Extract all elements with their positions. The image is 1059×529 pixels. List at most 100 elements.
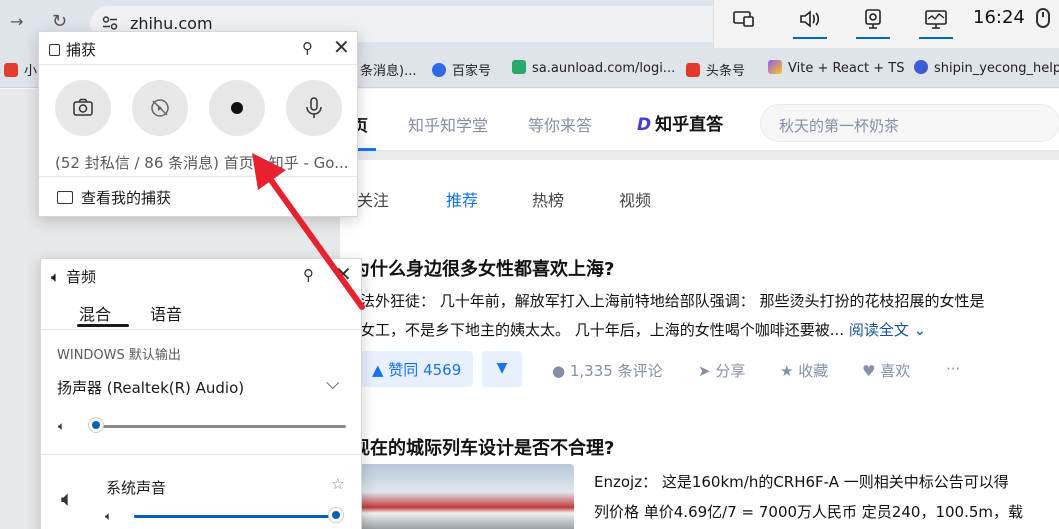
bookmark-label: sa.aunload.com/logi... — [532, 61, 676, 76]
bookmark-label: shipin_yecong_help... — [934, 61, 1059, 76]
taskbar-clock[interactable]: 16:24 — [973, 7, 1025, 28]
post-excerpt-line[interactable]: 列价格 单价4.69亿/7 = 7000万人民币 定员240，100.5m，载 — [594, 498, 1023, 527]
tab-video[interactable]: 视频 — [619, 187, 651, 211]
speaker-small-icon[interactable]: 🔈︎ — [105, 509, 112, 524]
downvote-button[interactable]: ▼ — [482, 351, 522, 387]
bookmark-3[interactable]: 百家号 — [432, 60, 491, 79]
record-last-disabled-icon — [151, 99, 169, 117]
share-button[interactable]: ➤ 分享 — [698, 360, 745, 381]
system-tray: 16:24 — [713, 0, 1059, 48]
divider — [41, 329, 361, 330]
like-label: 喜欢 — [880, 362, 911, 380]
baidu-paw-icon — [914, 60, 928, 74]
nav-waiting-answers[interactable]: 等你来答 — [528, 112, 592, 136]
post-title[interactable]: 为什么身边很多女性都喜欢上海? — [352, 255, 614, 281]
audio-title: 🔈︎ 音频 — [51, 266, 96, 287]
reload-icon[interactable]: ↻ — [52, 11, 67, 32]
more-options-icon[interactable]: ··· — [946, 360, 960, 378]
bookmark-7[interactable]: shipin_yecong_help... — [914, 60, 1059, 76]
system-volume-fill — [134, 515, 336, 518]
post-thumbnail[interactable] — [360, 464, 574, 529]
capture-icon[interactable] — [861, 8, 885, 30]
heart-icon: ♥ — [862, 362, 876, 380]
master-volume-track[interactable] — [96, 425, 346, 428]
bookmark-6[interactable]: Vite + React + TS — [768, 60, 904, 76]
search-input[interactable]: 秋天的第一杯奶茶 — [760, 104, 1059, 142]
aunload-icon — [512, 60, 526, 74]
capture-title: 捕获 — [49, 39, 96, 60]
star-icon[interactable]: ☆ — [331, 475, 344, 493]
audio-widget: 🔈︎ 音频 ⚲ ✕ 混合 语音 WINDOWS 默认输出 扬声器 (Realtek… — [40, 258, 362, 529]
tab-recommend[interactable]: 推荐 — [446, 187, 478, 211]
mic-button[interactable] — [286, 80, 342, 136]
record-button[interactable] — [209, 80, 265, 136]
bookmark-2[interactable]: 条消息)... — [360, 60, 416, 79]
vite-icon — [768, 60, 782, 74]
replay-button[interactable] — [132, 80, 188, 136]
system-sound-label: 系统声音 — [106, 479, 167, 497]
capture-title-icon — [49, 44, 60, 56]
close-icon[interactable]: ✕ — [335, 262, 352, 286]
tab-hot[interactable]: 热榜 — [532, 187, 564, 211]
output-device-select[interactable]: 扬声器 (Realtek(R) Audio) — [57, 377, 244, 398]
bookmark-label: 条消息)... — [360, 64, 417, 79]
toutiao-icon — [686, 63, 700, 77]
post-excerpt-line[interactable]: 女工，不是乡下地主的姨太太。 几十年后，上海的女性喝个咖啡还要被... 阅读全文… — [360, 316, 926, 345]
zhida-label: 知乎直答 — [655, 115, 724, 135]
site-settings-icon[interactable] — [102, 16, 118, 30]
bookmark-label: 小 — [24, 64, 38, 79]
system-sound-speaker-icon: 🔈︎ — [61, 487, 75, 512]
comments-label: 1,335 条评论 — [569, 362, 663, 380]
search-placeholder: 秋天的第一杯奶茶 — [779, 117, 900, 135]
master-volume-thumb[interactable] — [88, 417, 104, 433]
system-volume-thumb[interactable] — [328, 507, 344, 523]
bookmark-1[interactable]: 小 — [4, 60, 37, 79]
tab-mix[interactable]: 混合 — [79, 301, 111, 325]
capture-widget: 捕获 ⚲ ✕ (52 封私信 / 86 条消息) 首页 - 知乎 - Go...… — [38, 31, 358, 217]
volume-icon[interactable] — [798, 8, 822, 30]
capture-source-title: (52 封私信 / 86 条消息) 首页 - 知乎 - Go... — [55, 154, 349, 172]
record-icon — [231, 102, 243, 114]
capture-title-text: 捕获 — [66, 41, 97, 59]
like-button[interactable]: ♥ 喜欢 — [862, 360, 910, 381]
upvote-button[interactable]: ▲ 赞同 4569 — [360, 351, 474, 387]
speaker-title-icon: 🔈︎ — [51, 268, 61, 286]
comments-button[interactable]: ● 1,335 条评论 — [552, 360, 663, 381]
bookmark-5[interactable]: 头条号 — [686, 60, 745, 79]
bookmark-label: 百家号 — [452, 64, 492, 79]
speaker-small-icon[interactable]: 🔈︎ — [58, 419, 65, 434]
back-arrow-icon[interactable]: → — [10, 12, 23, 31]
divider — [39, 64, 357, 65]
collect-button[interactable]: ★ 收藏 — [780, 360, 828, 381]
baijiahao-icon — [432, 63, 446, 77]
performance-icon[interactable] — [924, 8, 948, 30]
tab-follow[interactable]: 关注 — [357, 187, 389, 211]
tab-voice[interactable]: 语音 — [150, 301, 182, 325]
view-captures-label: 查看我的捕获 — [81, 189, 172, 207]
tray-active-line — [856, 37, 890, 39]
post-excerpt-line[interactable]: 法外狂徒： 几十年前，解放军打入上海前特地给部队强调： 那些烫头打扮的花枝招展的… — [360, 287, 985, 316]
zhida-d-icon: D — [637, 115, 652, 135]
divider — [39, 176, 357, 177]
post-title[interactable]: 现在的城际列车设计是否不合理? — [352, 434, 614, 460]
view-captures-link[interactable]: 查看我的捕获 — [57, 187, 171, 208]
post-excerpt-line[interactable]: Enzojz： 这是160km/h的CRH6F-A 一则相关中标公告可以得 — [594, 468, 1009, 497]
divider — [41, 454, 361, 455]
collect-label: 收藏 — [798, 362, 829, 380]
bookmark-4[interactable]: sa.aunload.com/logi... — [512, 60, 675, 76]
close-icon[interactable]: ✕ — [333, 35, 350, 59]
share-icon: ➤ — [698, 362, 711, 380]
post-excerpt-text: 女工，不是乡下地主的姨太太。 几十年后，上海的女性喝个咖啡还要被... — [360, 321, 845, 339]
chevron-down-icon[interactable]: ⌵ — [326, 373, 340, 394]
read-more-link[interactable]: 阅读全文 ⌄ — [849, 321, 926, 339]
pin-icon[interactable]: ⚲ — [303, 266, 314, 284]
zhihu-zhida-logo[interactable]: D 知乎直答 — [637, 110, 723, 135]
display-icon[interactable] — [732, 8, 756, 30]
pin-icon[interactable]: ⚲ — [302, 39, 313, 57]
screenshot-button[interactable] — [55, 80, 111, 136]
nav-zhixuetang[interactable]: 知乎知学堂 — [408, 112, 488, 136]
mouse-icon[interactable] — [1036, 8, 1050, 28]
microphone-icon — [306, 97, 322, 118]
bookmark-favicon-icon — [4, 63, 18, 77]
audio-title-text: 音频 — [66, 268, 97, 286]
